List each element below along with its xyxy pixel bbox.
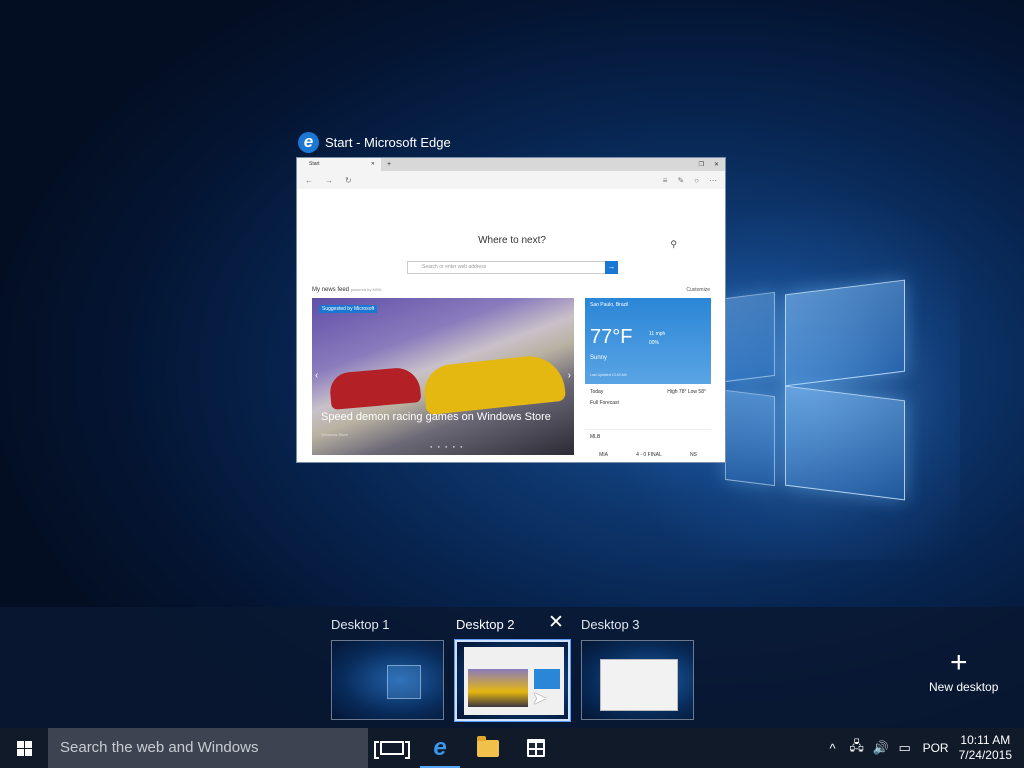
show-hidden-icons-chevron-icon[interactable]: ^ bbox=[821, 741, 845, 756]
language-indicator[interactable]: POR bbox=[917, 741, 959, 755]
weather-forecast: Today High 78° Low 58° Full Forecast bbox=[585, 384, 711, 420]
store-icon bbox=[527, 739, 545, 757]
nav-bar: ← → ↻ ≡ ✎ ○ ⋯ bbox=[297, 171, 725, 189]
news-feed-label: My news feed powered by MSN bbox=[312, 287, 382, 293]
new-desktop-plus-icon[interactable]: + bbox=[950, 648, 968, 678]
explorer-mini-window bbox=[600, 659, 678, 711]
clock-date: 7/24/2015 bbox=[958, 748, 1012, 762]
new-tab-icon: + bbox=[387, 161, 392, 168]
share-icon: ○ bbox=[694, 175, 699, 185]
tab-label: Start bbox=[309, 161, 320, 167]
start-page: Where to next? ⚲ Search or enter web add… bbox=[297, 189, 725, 462]
network-icon[interactable]: 🖧 bbox=[845, 737, 869, 759]
desktop-1-label: Desktop 1 bbox=[331, 617, 390, 632]
windows-logo-wallpaper bbox=[725, 265, 915, 510]
hero-source: Windows Store bbox=[321, 432, 348, 437]
volume-icon[interactable]: 🔊 bbox=[869, 740, 893, 756]
file-explorer-button[interactable] bbox=[464, 728, 512, 768]
profile-icon: ⚲ bbox=[670, 239, 677, 249]
forward-icon: → bbox=[325, 175, 333, 185]
note-icon: ✎ bbox=[677, 175, 685, 185]
back-icon: ← bbox=[305, 175, 313, 185]
mlb-card: MLB MIA 4 - 0 FINAL NS bbox=[585, 429, 711, 462]
start-button[interactable] bbox=[0, 728, 48, 768]
weather-stats: 11 mph 00% bbox=[649, 331, 666, 346]
task-view-icon bbox=[374, 741, 410, 759]
system-tray: ^ 🖧 🔊 ▭ POR 10:11 AM 7/24/2015 bbox=[821, 728, 1024, 768]
folder-icon bbox=[477, 735, 499, 757]
hero-news-card: Suggested by Microsoft ‹ › Speed demon r… bbox=[312, 298, 574, 455]
action-center-icon[interactable]: ▭ bbox=[893, 740, 917, 756]
tab-bar: Start ✕ + ❐ ✕ bbox=[297, 158, 725, 171]
weather-card: Sao Paulo, Brazil 77°F 11 mph 00% Sunny … bbox=[585, 298, 711, 384]
desktop-3-label: Desktop 3 bbox=[581, 617, 640, 632]
weather-city: Sao Paulo, Brazil bbox=[590, 302, 629, 308]
red-car-image bbox=[328, 366, 422, 410]
clock[interactable]: 10:11 AM 7/24/2015 bbox=[959, 733, 1024, 763]
prev-arrow-icon: ‹ bbox=[315, 370, 319, 381]
window-title: Start - Microsoft Edge bbox=[325, 134, 451, 150]
desktop-3-thumbnail[interactable] bbox=[581, 640, 694, 720]
weather-updated: Last Updated 10:45 AM bbox=[590, 373, 627, 377]
page-search-input: Search or enter web address bbox=[407, 261, 607, 274]
mouse-cursor-icon: ➤ bbox=[532, 688, 548, 708]
suggested-badge: Suggested by Microsoft bbox=[319, 305, 378, 313]
desktop-1-thumbnail[interactable] bbox=[331, 640, 444, 720]
desktop-2-thumbnail[interactable]: ➤ bbox=[455, 640, 570, 721]
close-icon: ✕ bbox=[713, 162, 719, 168]
yellow-car-image bbox=[421, 352, 567, 416]
weather-temp: 77°F bbox=[590, 326, 633, 348]
mlb-score-row: MIA 4 - 0 FINAL NS bbox=[599, 452, 697, 458]
windows-start-icon bbox=[17, 741, 32, 756]
desktop-2-label: Desktop 2 bbox=[456, 617, 515, 632]
tab-close-icon: ✕ bbox=[370, 161, 375, 167]
hero-caption: Speed demon racing games on Windows Stor… bbox=[321, 411, 551, 423]
hub-icon: ≡ bbox=[662, 175, 668, 185]
window-title-bar[interactable]: e Start - Microsoft Edge bbox=[298, 130, 451, 154]
windows-logo-mini bbox=[387, 665, 421, 699]
edge-icon: e bbox=[298, 131, 319, 153]
edge-window-thumbnail[interactable]: Start ✕ + ❐ ✕ ← → ↻ ≡ ✎ ○ ⋯ Where to nex… bbox=[296, 157, 726, 463]
store-button[interactable] bbox=[512, 728, 560, 768]
edge-taskbar-button[interactable]: e bbox=[416, 728, 464, 768]
refresh-icon: ↻ bbox=[345, 175, 352, 185]
clock-time: 10:11 AM bbox=[960, 733, 1011, 747]
taskbar-search-input[interactable]: Search the web and Windows bbox=[48, 728, 368, 768]
tab-start: Start ✕ bbox=[297, 158, 381, 171]
restore-icon: ❐ bbox=[698, 162, 704, 168]
more-icon: ⋯ bbox=[709, 175, 717, 185]
search-go-icon: → bbox=[605, 261, 618, 274]
taskbar: Search the web and Windows e ^ 🖧 🔊 ▭ POR… bbox=[0, 728, 1024, 768]
customize-link: Customize bbox=[686, 287, 710, 293]
mlb-title: MLB bbox=[590, 434, 601, 440]
window-controls: ❐ ✕ bbox=[699, 161, 725, 168]
next-arrow-icon: › bbox=[567, 370, 571, 381]
edge-icon: e bbox=[433, 734, 447, 761]
new-desktop-button[interactable]: New desktop bbox=[929, 680, 998, 694]
where-to-next-heading: Where to next? bbox=[478, 235, 546, 246]
close-desktop-icon[interactable]: ✕ bbox=[548, 613, 564, 633]
task-view-button[interactable] bbox=[368, 728, 416, 768]
carousel-dots: ● ● ● ● ● bbox=[430, 444, 465, 449]
edge-mini-window bbox=[464, 647, 564, 715]
weather-condition: Sunny bbox=[590, 355, 608, 361]
